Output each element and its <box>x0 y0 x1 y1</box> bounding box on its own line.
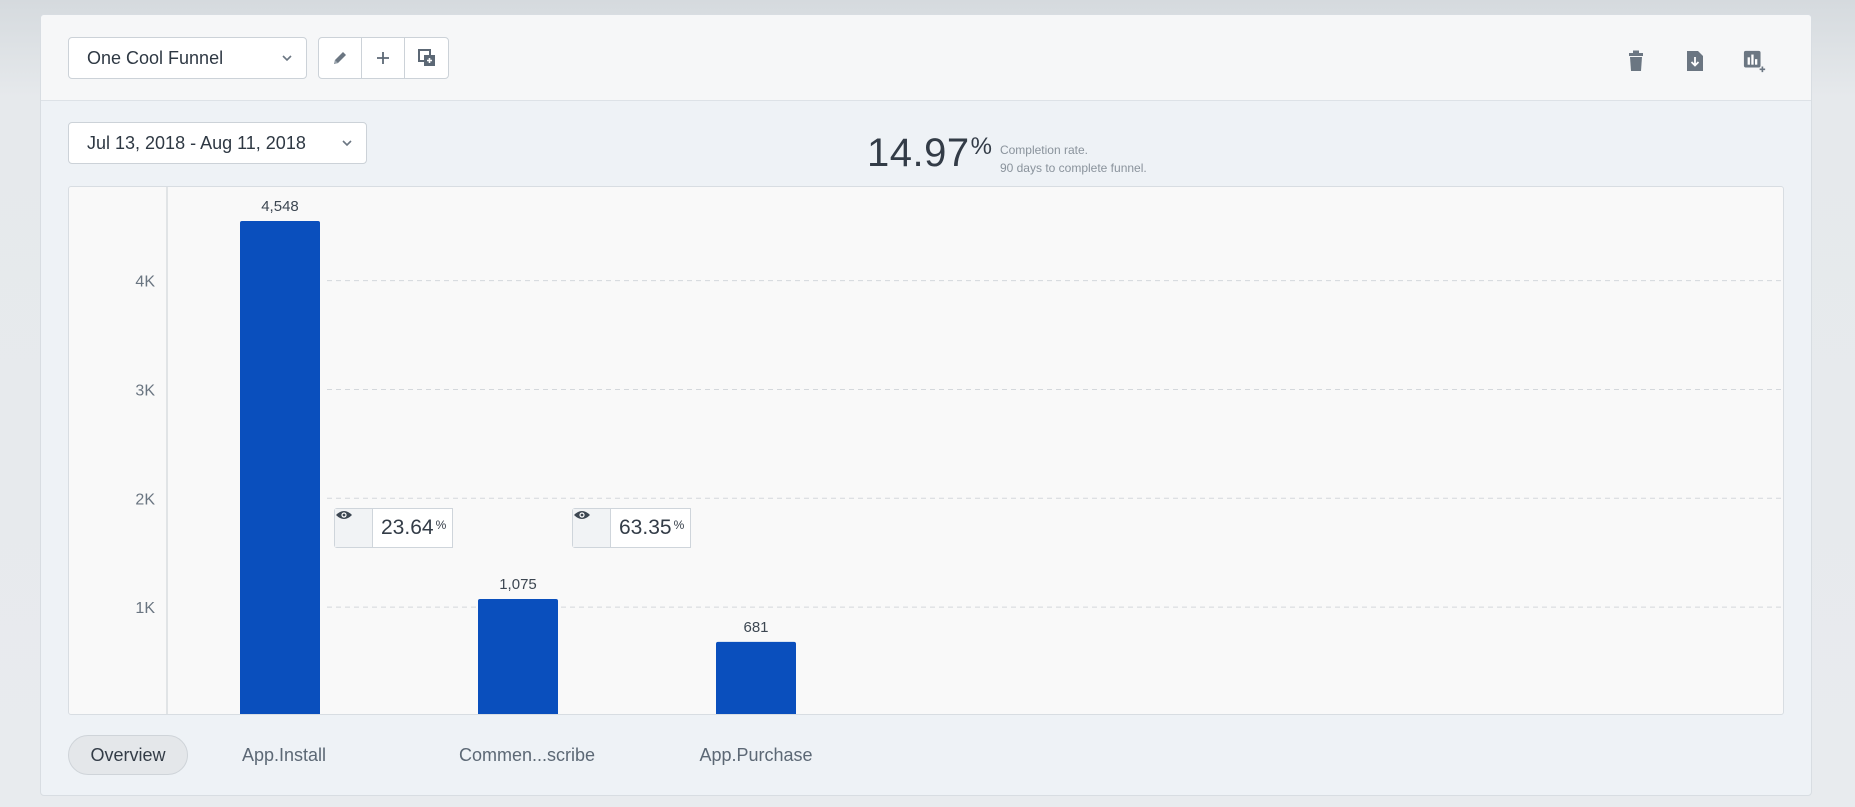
conversion-rate-tag-1[interactable]: 23.64 % <box>334 508 454 548</box>
completion-rate-label: Completion rate. <box>999 143 1088 157</box>
funnel-selector-label: One Cool Funnel <box>87 47 224 68</box>
funnel-actions <box>318 37 449 79</box>
toolbar: One Cool Funnel <box>41 15 1811 101</box>
completion-rate-percent-sign: % <box>970 133 992 160</box>
plus-icon <box>377 52 389 64</box>
y-tick-label: 3K <box>135 382 155 399</box>
date-range-label: Jul 13, 2018 - Aug 11, 2018 <box>87 132 306 153</box>
conversion-rate-percent-sign: % <box>435 518 447 532</box>
completion-window-label: 90 days to complete funnel. <box>999 161 1147 175</box>
edit-funnel-button[interactable] <box>319 38 362 78</box>
conversion-rate-percent-sign: % <box>673 518 685 532</box>
y-tick-label: 1K <box>135 600 155 617</box>
export-button[interactable] <box>1683 49 1707 73</box>
conversion-rate-tag-2[interactable]: 63.35 % <box>572 508 692 548</box>
trash-icon <box>1629 50 1643 71</box>
tab-overview[interactable]: Overview <box>68 735 188 775</box>
chart-add-icon <box>1743 50 1766 73</box>
eye-icon <box>573 509 611 547</box>
y-tick-label: 4K <box>135 274 155 291</box>
tab-app-purchase[interactable]: App.Purchase <box>681 735 831 775</box>
completion-rate-description: Completion rate. 90 days to complete fun… <box>1000 141 1147 177</box>
bar-value-label: 1,075 <box>499 576 537 593</box>
conversion-rate-value: 23.64 <box>381 516 434 539</box>
funnel-bar[interactable] <box>240 220 320 715</box>
delete-button[interactable] <box>1624 49 1648 73</box>
duplicate-icon <box>417 49 435 66</box>
duplicate-funnel-button[interactable] <box>405 38 448 78</box>
completion-rate-value: 14.97 <box>867 131 970 175</box>
pencil-icon <box>334 52 346 64</box>
tab-app-install[interactable]: App.Install <box>224 735 344 775</box>
bar-value-label: 4,548 <box>261 198 299 215</box>
add-funnel-button[interactable] <box>362 38 405 78</box>
date-range-picker[interactable]: Jul 13, 2018 - Aug 11, 2018 <box>68 122 367 164</box>
conversion-rate-value: 63.35 <box>619 516 672 539</box>
chevron-down-icon <box>342 140 352 147</box>
y-tick-label: 2K <box>135 491 155 508</box>
bar-value-label: 681 <box>743 619 768 636</box>
funnel-chart: 1K 2K 3K 4K 4,548 1,075 681 23.64 % 63.35 <box>68 186 1784 715</box>
funnel-bar[interactable] <box>478 598 558 715</box>
funnel-bar[interactable] <box>716 641 796 715</box>
funnel-selector[interactable]: One Cool Funnel <box>68 37 307 79</box>
download-file-icon <box>1687 51 1703 71</box>
funnel-panel: One Cool Funnel Jul 13, 2018 - Aug 11, 2… <box>40 14 1812 796</box>
funnel-bar-chart: 1K 2K 3K 4K 4,548 1,075 681 <box>135 187 1783 715</box>
completion-rate: 14.97 % Completion rate. 90 days to comp… <box>867 119 1147 177</box>
tab-commen-scribe[interactable]: Commen...scribe <box>441 735 613 775</box>
eye-icon <box>335 509 373 547</box>
add-to-dashboard-button[interactable] <box>1743 49 1767 73</box>
chevron-down-icon <box>282 55 292 62</box>
